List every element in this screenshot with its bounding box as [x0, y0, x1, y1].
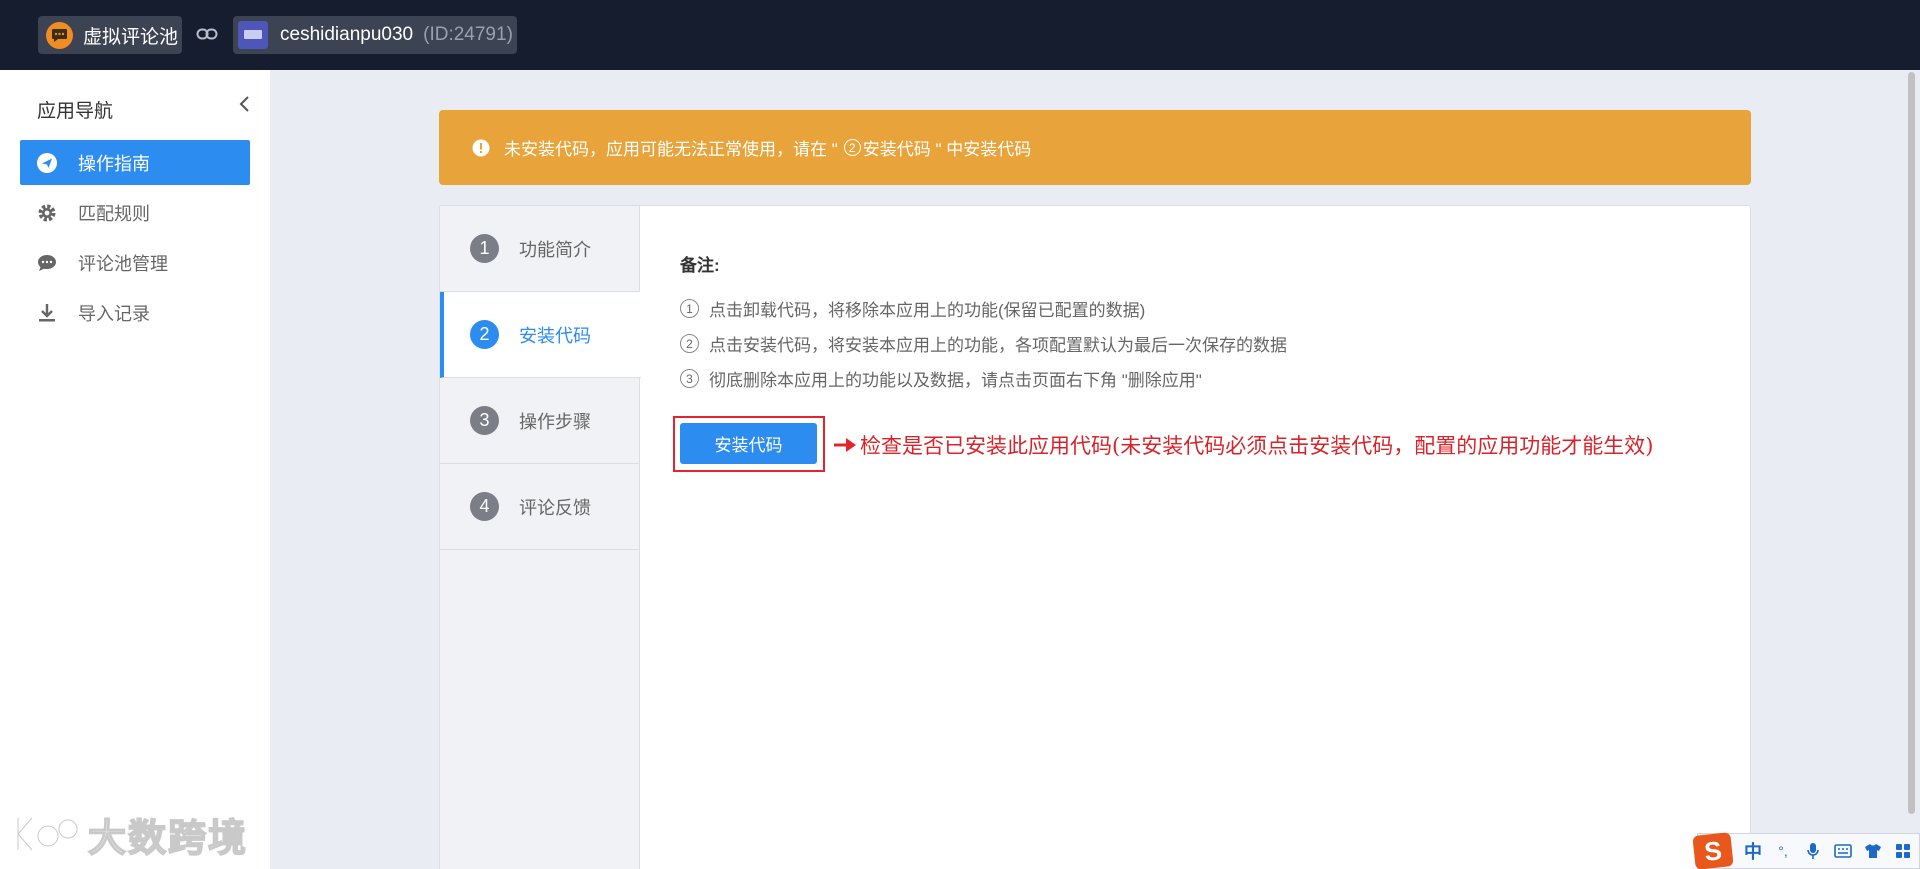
step-label: 安装代码 [519, 325, 591, 346]
sidebar: 应用导航 操作指南 匹配规则 评论池管理 导入记录 大数跨境 [0, 70, 270, 869]
sidebar-item-label: 评论池管理 [78, 253, 168, 274]
app-name: 虚拟评论池 [83, 26, 179, 48]
sidebar-item-label: 操作指南 [78, 153, 150, 174]
step-number: 3 [470, 406, 499, 435]
ime-logo[interactable]: S [1692, 832, 1734, 869]
chat-bubble-icon [46, 21, 73, 49]
sidebar-item-label: 匹配规则 [78, 203, 150, 224]
comment-icon [36, 252, 58, 274]
alert-circled-number: 2 [843, 139, 861, 156]
link-icon [196, 28, 218, 40]
note-number: 3 [680, 369, 699, 388]
shop-name: ceshidianpu030 [280, 24, 414, 45]
note-item: 2 点击安装代码，将安装本应用上的功能，各项配置默认为最后一次保存的数据 [680, 331, 1287, 356]
ime-punctuation-toggle[interactable]: °, [1774, 842, 1792, 860]
step-number: 4 [470, 492, 499, 521]
sidebar-item-label: 导入记录 [78, 303, 150, 324]
top-bar: 虚拟评论池 ceshidianpu030 (ID:24791) [0, 0, 1920, 70]
arrow-right-icon [834, 438, 856, 452]
skin-shirt-icon[interactable] [1864, 842, 1882, 860]
step-label: 评论反馈 [519, 497, 591, 518]
step-tabs: 1 功能简介 2 安装代码 3 操作步骤 4 评论反馈 [440, 206, 641, 869]
shop-id: (ID:24791) [423, 24, 513, 45]
step-label: 操作步骤 [519, 411, 591, 432]
sidebar-item-rules[interactable]: 匹配规则 [20, 190, 250, 235]
sidebar-item-comment-pool[interactable]: 评论池管理 [20, 240, 250, 285]
annotation-text: 检查是否已安装此应用代码(未安装代码必须点击安装代码，配置的应用功能才能生效) [860, 434, 1654, 458]
gear-icon [36, 202, 58, 224]
watermark: 大数跨境 [12, 810, 248, 860]
guide-card: 1 功能简介 2 安装代码 3 操作步骤 4 评论反馈 备注: 1 点击卸载代码… [439, 205, 1751, 869]
shop-switcher[interactable]: ceshidianpu030 (ID:24791) [233, 16, 517, 54]
step-label: 功能简介 [519, 239, 591, 260]
sidebar-item-import-log[interactable]: 导入记录 [20, 290, 250, 335]
grid-menu-icon[interactable] [1894, 842, 1912, 860]
ime-toolbar: S 中 °, [1692, 832, 1920, 869]
annotation: 检查是否已安装此应用代码(未安装代码必须点击安装代码，配置的应用功能才能生效) [834, 430, 1653, 460]
step-number: 1 [470, 234, 499, 263]
microphone-icon[interactable] [1804, 842, 1822, 860]
step-number: 2 [470, 320, 499, 349]
download-icon [36, 302, 58, 324]
keyboard-icon[interactable] [1834, 842, 1852, 860]
tab-feedback[interactable]: 4 评论反馈 [440, 464, 640, 550]
note-text: 点击卸载代码，将移除本应用上的功能(保留已配置的数据) [709, 301, 1146, 320]
tab-feature-intro[interactable]: 1 功能简介 [440, 206, 640, 292]
note-item: 1 点击卸载代码，将移除本应用上的功能(保留已配置的数据) [680, 296, 1145, 321]
warning-alert: 未安装代码，应用可能无法正常使用，请在 " 2 安装代码 " 中安装代码 [439, 110, 1751, 185]
install-code-button[interactable]: 安装代码 [680, 423, 817, 464]
alert-text-before: 未安装代码，应用可能无法正常使用，请在 " [504, 140, 838, 159]
note-item: 3 彻底删除本应用上的功能以及数据，请点击页面右下角 "删除应用" [680, 366, 1202, 391]
ime-mode-toggle[interactable]: 中 [1744, 838, 1762, 864]
tab-operation-steps[interactable]: 3 操作步骤 [440, 378, 640, 464]
watermark-text: 大数跨境 [87, 817, 249, 861]
chevron-left-icon[interactable] [237, 94, 253, 114]
sidebar-title: 应用导航 [37, 101, 114, 122]
page-scrollbar[interactable] [1908, 72, 1915, 814]
warning-icon [472, 139, 490, 156]
note-text: 彻底删除本应用上的功能以及数据，请点击页面右下角 "删除应用" [709, 371, 1202, 390]
note-number: 1 [680, 299, 699, 318]
sidebar-item-guide[interactable]: 操作指南 [20, 140, 250, 185]
app-switcher[interactable]: 虚拟评论池 [38, 16, 182, 54]
note-number: 2 [680, 334, 699, 353]
note-text: 点击安装代码，将安装本应用上的功能，各项配置默认为最后一次保存的数据 [709, 336, 1287, 355]
watermark-logo-icon [15, 815, 80, 853]
tab-install-code[interactable]: 2 安装代码 [440, 292, 641, 378]
shop-icon [238, 21, 268, 49]
alert-text-after: 安装代码 " 中安装代码 [862, 140, 1032, 159]
send-icon [36, 152, 58, 174]
notes-title: 备注: [680, 256, 720, 275]
